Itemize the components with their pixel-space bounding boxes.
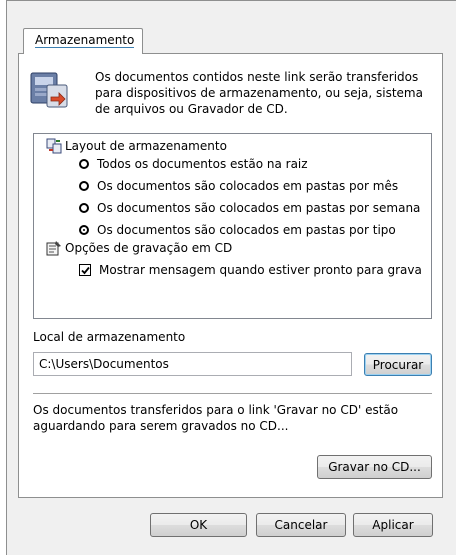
options-listbox[interactable]: Layout de armazenamento Todos os documen… bbox=[33, 133, 432, 319]
cd-settings-icon bbox=[46, 241, 61, 256]
burn-cd-button[interactable]: Gravar no CD... bbox=[317, 455, 432, 479]
location-label: Local de armazenamento bbox=[33, 330, 186, 344]
apply-button[interactable]: Aplicar bbox=[353, 513, 433, 537]
radio-label: Os documentos são colocados em pastas po… bbox=[97, 201, 421, 215]
storage-layout-label: Layout de armazenamento bbox=[65, 139, 227, 153]
radio-raiz[interactable]: Todos os documentos estão na raiz bbox=[79, 155, 308, 173]
ok-button[interactable]: OK bbox=[150, 513, 247, 537]
tab-armazenamento[interactable]: Armazenamento bbox=[23, 28, 143, 54]
tab-label: Armazenamento bbox=[35, 33, 135, 48]
radio-label: Os documentos são colocados em pastas po… bbox=[97, 223, 396, 237]
browse-button[interactable]: Procurar bbox=[364, 353, 432, 376]
radio-label: Os documentos são colocados em pastas po… bbox=[97, 179, 399, 193]
checkbox-label: Mostrar mensagem quando estiver pronto p… bbox=[99, 263, 422, 277]
radio-mes[interactable]: Os documentos são colocados em pastas po… bbox=[79, 177, 398, 195]
storage-icon bbox=[30, 72, 68, 108]
description-text: Os documentos contidos neste link serão … bbox=[95, 70, 423, 116]
cancel-button[interactable]: Cancelar bbox=[256, 513, 346, 537]
storage-layout-group: Layout de armazenamento bbox=[46, 137, 227, 155]
layout-tree-icon bbox=[46, 138, 62, 154]
radio-button[interactable] bbox=[79, 181, 89, 191]
separator bbox=[33, 393, 432, 394]
checkbox-mostrar-mensagem[interactable]: Mostrar mensagem quando estiver pronto p… bbox=[79, 261, 422, 279]
cd-options-group: Opções de gravação em CD bbox=[46, 239, 232, 257]
radio-button[interactable] bbox=[79, 159, 89, 169]
checkmark-icon bbox=[80, 266, 90, 274]
radio-button-selected[interactable] bbox=[79, 225, 89, 235]
radio-semana[interactable]: Os documentos são colocados em pastas po… bbox=[79, 199, 420, 217]
burn-note-text: Os documentos transferidos para o link '… bbox=[33, 403, 399, 433]
cd-options-label: Opções de gravação em CD bbox=[65, 241, 233, 255]
radio-button[interactable] bbox=[79, 203, 89, 213]
radio-label: Todos os documentos estão na raiz bbox=[97, 157, 308, 171]
radio-tipo[interactable]: Os documentos são colocados em pastas po… bbox=[79, 221, 396, 239]
checkbox[interactable] bbox=[79, 264, 91, 276]
location-path-field[interactable]: C:\Users\Documentos bbox=[33, 352, 352, 376]
